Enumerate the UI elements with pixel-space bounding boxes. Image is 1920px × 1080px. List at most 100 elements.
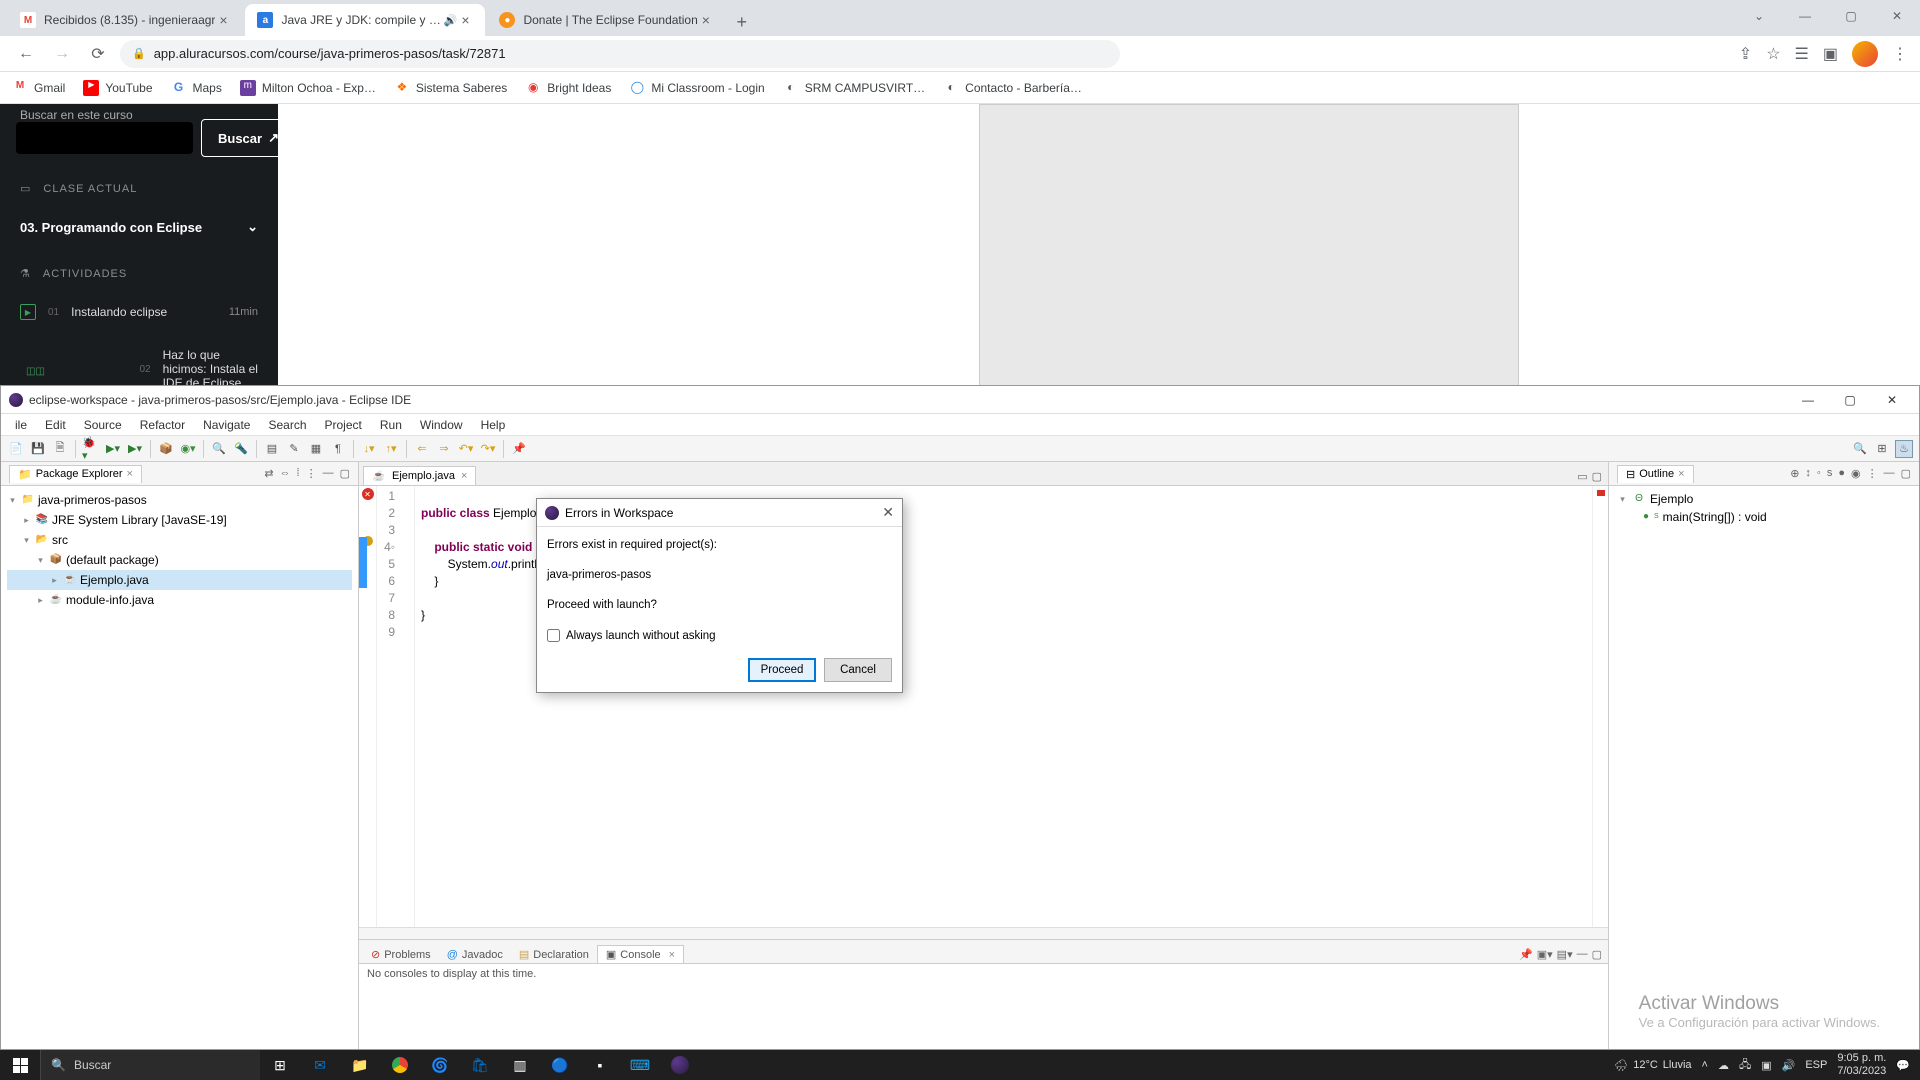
back-icon[interactable]: ⇐ [413, 440, 431, 458]
edge-icon[interactable]: 🌀 [420, 1050, 460, 1080]
maximize-icon[interactable]: ▢ [1592, 948, 1602, 961]
hide-local-icon[interactable]: ◉ [1851, 467, 1861, 480]
focus-icon[interactable]: ⁞ [297, 467, 300, 480]
always-launch-checkbox[interactable]: Always launch without asking [547, 629, 892, 642]
side-panel-icon[interactable]: ▣ [1823, 44, 1838, 64]
outline-method[interactable]: ●Smain(String[]) : void [1617, 508, 1911, 526]
new-tab-button[interactable]: + [728, 8, 756, 36]
bookmark-youtube[interactable]: ▶YouTube [83, 80, 152, 96]
minimize-button[interactable]: — [1782, 0, 1828, 32]
open-console-icon[interactable]: ▤▾ [1557, 948, 1573, 961]
save-icon[interactable]: 💾 [29, 440, 47, 458]
toggle-breadcrumb-icon[interactable]: ▤ [263, 440, 281, 458]
close-icon[interactable]: × [461, 470, 467, 482]
overview-ruler[interactable] [1592, 486, 1608, 927]
close-button[interactable]: ✕ [1874, 0, 1920, 32]
chrome-tab-eclipse[interactable]: ● Donate | The Eclipse Foundation × [487, 4, 725, 36]
maximize-pane-icon[interactable]: ▢ [340, 467, 350, 480]
open-type-icon[interactable]: 🔍 [210, 440, 228, 458]
focus-icon[interactable]: ⊕ [1790, 467, 1799, 480]
chrome-tab-alura[interactable]: a Java JRE y JDK: compile y eje 🔊 × [245, 4, 485, 36]
bookmark-classroom[interactable]: ◯Mi Classroom - Login [629, 80, 764, 96]
forward-button[interactable]: → [48, 40, 76, 68]
chevron-up-icon[interactable]: ˄ [1702, 1059, 1708, 1071]
save-all-icon[interactable]: 🗎 [51, 440, 69, 458]
forward-icon[interactable]: ⇒ [435, 440, 453, 458]
screen-icon[interactable]: ▣ [1761, 1059, 1771, 1072]
minimize-button[interactable]: — [1789, 389, 1827, 411]
close-icon[interactable]: × [457, 12, 473, 28]
chrome-tab-gmail[interactable]: M Recibidos (8.135) - ingenieraagr × [8, 4, 243, 36]
editor-tab-ejemplo[interactable]: ☕ Ejemplo.java × [363, 466, 476, 485]
horizontal-scrollbar[interactable] [359, 927, 1608, 939]
toggle-block-icon[interactable]: ▦ [307, 440, 325, 458]
tab-console[interactable]: ▣Console× [597, 945, 684, 963]
pin-console-icon[interactable]: 📌 [1519, 948, 1533, 961]
minimize-icon[interactable]: ▭ [1577, 470, 1587, 483]
notifications-icon[interactable]: 💬 [1896, 1059, 1910, 1072]
nav-back-icon[interactable]: ↷▾ [479, 440, 497, 458]
course-video-thumbnail[interactable] [979, 104, 1519, 399]
tab-problems[interactable]: ⊘Problems [363, 946, 439, 963]
start-button[interactable] [0, 1050, 40, 1080]
mail-icon[interactable]: ✉ [300, 1050, 340, 1080]
reading-list-icon[interactable]: ☰ [1795, 44, 1809, 64]
tree-project[interactable]: ▾📁java-primeros-pasos [7, 490, 352, 510]
bookmark-saberes[interactable]: ❖Sistema Saberes [394, 80, 507, 96]
star-icon[interactable]: ☆ [1766, 44, 1780, 64]
tree-file-ejemplo[interactable]: ▸☕Ejemplo.java [7, 570, 352, 590]
close-icon[interactable]: × [698, 12, 714, 28]
task-view-icon[interactable]: ⊞ [260, 1050, 300, 1080]
onedrive-icon[interactable]: ☁ [1718, 1059, 1729, 1072]
chrome-icon[interactable] [380, 1050, 420, 1080]
close-icon[interactable]: × [669, 949, 675, 961]
error-marker[interactable] [1597, 490, 1605, 496]
menu-edit[interactable]: Edit [37, 416, 74, 434]
last-edit-icon[interactable]: ↶▾ [457, 440, 475, 458]
close-icon[interactable]: × [1678, 468, 1684, 480]
hide-static-icon[interactable]: s [1827, 467, 1833, 480]
bookmark-milton[interactable]: mMilton Ochoa - Exp… [240, 80, 376, 96]
project-tree[interactable]: ▾📁java-primeros-pasos ▸📚JRE System Libra… [1, 486, 358, 1049]
current-class-item[interactable]: 03. Programando con Eclipse⌄ [0, 205, 278, 249]
hide-fields-icon[interactable]: ◦ [1817, 467, 1821, 480]
collapse-all-icon[interactable]: ⇄ [264, 467, 273, 480]
toggle-mark-icon[interactable]: ✎ [285, 440, 303, 458]
terminal-icon[interactable]: ▪ [580, 1050, 620, 1080]
bookmark-gmail[interactable]: MGmail [12, 80, 65, 96]
run-icon[interactable]: ▶▾ [104, 440, 122, 458]
maximize-icon[interactable]: ▢ [1592, 470, 1602, 483]
menu-source[interactable]: Source [76, 416, 130, 434]
display-console-icon[interactable]: ▣▾ [1537, 948, 1553, 961]
back-button[interactable]: ← [12, 40, 40, 68]
eclipse-taskbar-icon[interactable] [660, 1050, 700, 1080]
app-icon-2[interactable]: 🔵 [540, 1050, 580, 1080]
file-explorer-icon[interactable]: 📁 [340, 1050, 380, 1080]
app-icon-1[interactable]: ▥ [500, 1050, 540, 1080]
tree-jre[interactable]: ▸📚JRE System Library [JavaSE-19] [7, 510, 352, 530]
close-icon[interactable]: ✕ [882, 504, 894, 521]
prev-annotation-icon[interactable]: ↑▾ [382, 440, 400, 458]
chevron-down-icon[interactable]: ⌄ [1736, 0, 1782, 32]
minimize-pane-icon[interactable]: — [1884, 467, 1895, 480]
close-icon[interactable]: × [127, 468, 133, 480]
pin-icon[interactable]: 📌 [510, 440, 528, 458]
tree-file-module[interactable]: ▸☕module-info.java [7, 590, 352, 610]
new-package-icon[interactable]: 📦 [157, 440, 175, 458]
tree-default-pkg[interactable]: ▾📦(default package) [7, 550, 352, 570]
menu-refactor[interactable]: Refactor [132, 416, 193, 434]
weather-widget[interactable]: 🌧 12°C Lluvia [1614, 1059, 1691, 1072]
menu-search[interactable]: Search [260, 416, 314, 434]
store-icon[interactable]: 🛍 [460, 1050, 500, 1080]
dialog-titlebar[interactable]: Errors in Workspace ✕ [537, 499, 902, 527]
new-icon[interactable]: 📄 [7, 440, 25, 458]
language-indicator[interactable]: ESP [1805, 1059, 1827, 1071]
menu-help[interactable]: Help [473, 416, 514, 434]
volume-icon[interactable]: 🔊 [1782, 1059, 1796, 1072]
reload-button[interactable]: ⟳ [84, 40, 112, 68]
share-icon[interactable]: ⇪ [1739, 44, 1752, 64]
link-editor-icon[interactable]: ⇔ [280, 467, 291, 480]
bookmark-barberia[interactable]: ◐Contacto - Barbería… [943, 80, 1082, 96]
sort-icon[interactable]: ↕ [1805, 467, 1811, 480]
audio-icon[interactable]: 🔊 [444, 14, 458, 27]
